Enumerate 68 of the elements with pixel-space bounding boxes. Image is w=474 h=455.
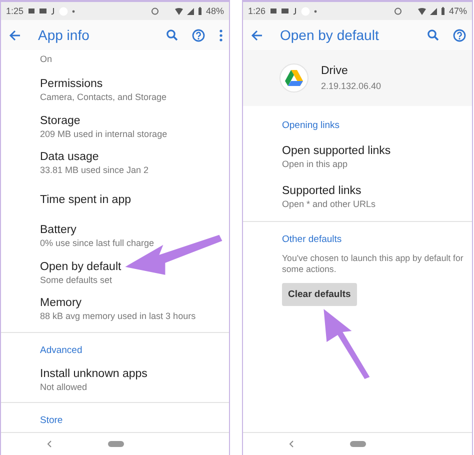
alarm-icon: [150, 7, 159, 15]
screen-title: App info: [38, 27, 90, 43]
setting-title: Data usage: [40, 151, 99, 164]
app-version: 2.19.132.06.40: [321, 81, 382, 91]
help-icon[interactable]: [453, 28, 466, 42]
hook-icon: [50, 7, 55, 15]
setting-summary: Not allowed: [40, 382, 88, 392]
clear-defaults-button[interactable]: Clear defaults: [282, 282, 357, 306]
back-icon[interactable]: [289, 440, 294, 448]
battery-icon: [198, 7, 202, 15]
setting-summary: 0% use since last full charge: [40, 238, 154, 248]
signal-icon: [186, 8, 194, 14]
setting-title: Install unknown apps: [40, 368, 148, 380]
help-icon[interactable]: [192, 28, 205, 42]
battery-icon: [440, 7, 445, 15]
setting-item[interactable]: Install unknown apps Not allowed: [1, 362, 229, 398]
dot-icon: [72, 10, 75, 12]
section-header: Opening links: [281, 119, 341, 133]
hook-icon: [292, 7, 297, 15]
setting-item[interactable]: Time spent in app: [1, 182, 229, 218]
alarm-icon: [394, 7, 402, 15]
section-header: Advanced: [39, 344, 84, 358]
setting-summary: 209 MB used in internal storage: [40, 128, 168, 139]
more-icon[interactable]: [219, 28, 223, 42]
screen-title: Open by default: [280, 27, 380, 43]
home-pill[interactable]: [108, 441, 124, 447]
app-name: Drive: [321, 65, 348, 77]
dot-icon: [314, 10, 317, 12]
setting-summary: Camera, Contacts, and Storage: [40, 92, 167, 102]
status-time: 1:26: [248, 6, 266, 16]
setting-item[interactable]: Supported links Open * and other URLs: [243, 177, 472, 217]
section-header: Other defaults: [281, 233, 343, 247]
setting-title: Open by default: [40, 260, 122, 273]
wifi-icon: [418, 8, 426, 14]
search-icon[interactable]: [166, 29, 178, 41]
setting-value: On: [39, 53, 54, 66]
app-icon: [279, 63, 309, 93]
setting-summary: 88 kB avg memory used in last 3 hours: [40, 311, 196, 322]
setting-item[interactable]: Memory 88 kB avg memory used in last 3 hours: [1, 291, 229, 328]
battery-percent: 48%: [206, 6, 224, 16]
back-icon[interactable]: [9, 30, 21, 40]
section-header: Store: [39, 414, 64, 428]
signal-icon: [430, 8, 437, 14]
back-icon[interactable]: [251, 30, 263, 40]
setting-summary: Open * and other URLs: [282, 199, 376, 209]
setting-item[interactable]: Storage 209 MB used in internal storage: [1, 108, 229, 146]
wifi-icon: [174, 8, 183, 14]
setting-title: Memory: [40, 297, 82, 310]
description-text: You've chosen to launch this app by default for some actions.: [281, 252, 464, 276]
setting-title: Time spent in app: [40, 194, 131, 206]
setting-title: Battery: [40, 224, 76, 236]
setting-title: Open supported links: [282, 145, 391, 157]
setting-item[interactable]: Battery 0% use since last full charge: [1, 218, 229, 255]
setting-item[interactable]: Open supported links Open in this app: [243, 137, 472, 177]
battery-percent: 47%: [448, 6, 467, 16]
back-icon[interactable]: [47, 440, 52, 448]
setting-summary: Some defaults set: [40, 274, 112, 285]
setting-item[interactable]: Open by default Some defaults set: [1, 254, 229, 292]
setting-title: Permissions: [40, 78, 103, 90]
setting-item[interactable]: Permissions Camera, Contacts, and Storage: [1, 72, 229, 109]
home-pill[interactable]: [350, 441, 366, 447]
search-icon[interactable]: [427, 29, 439, 41]
status-time: 1:25: [6, 6, 24, 16]
setting-item[interactable]: Data usage 33.81 MB used since Jan 2: [1, 145, 229, 182]
setting-title: Storage: [40, 114, 80, 127]
setting-summary: 33.81 MB used since Jan 2: [40, 165, 149, 176]
setting-title: Supported links: [282, 185, 362, 197]
setting-summary: Open in this app: [282, 159, 348, 169]
